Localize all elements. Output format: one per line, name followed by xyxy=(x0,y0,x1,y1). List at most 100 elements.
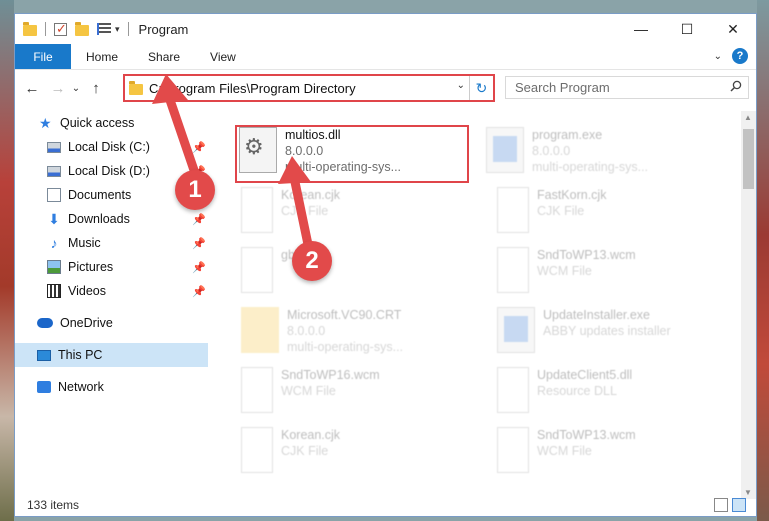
file-tile[interactable]: FastKorn.cjk CJK File xyxy=(497,187,743,245)
item-count: 133 items xyxy=(27,498,80,512)
file-name: SndToWP16.wcm xyxy=(281,368,380,382)
file-name: SndToWP13.wcm xyxy=(537,428,636,442)
search-placeholder: Search Program xyxy=(515,80,610,95)
refresh-icon[interactable]: ↻ xyxy=(469,76,493,100)
folder-icon xyxy=(241,307,279,353)
document-file-icon xyxy=(497,427,529,473)
large-icons-view-icon[interactable] xyxy=(732,498,746,512)
view-switcher xyxy=(714,498,746,512)
sidebar-item-label: Pictures xyxy=(68,260,114,274)
file-name: Korean.cjk xyxy=(281,188,341,202)
customize-toolbar-chevron-icon[interactable]: ▾ xyxy=(115,24,120,35)
file-description: ABBY updates installer xyxy=(543,324,671,338)
file-tile[interactable]: Korean.cjk CJK File xyxy=(241,427,491,485)
sidebar-item-label: Local Disk (C:) xyxy=(68,140,150,154)
sidebar-item-label: Documents xyxy=(68,188,132,202)
pin-icon[interactable]: 📌 xyxy=(192,285,206,298)
search-input[interactable]: Search Program xyxy=(505,76,749,99)
sidebar-item-this-pc[interactable]: This PC xyxy=(15,343,208,367)
sidebar-item-label: This PC xyxy=(58,348,103,362)
file-description: multi-operating-sys... xyxy=(287,340,404,354)
sidebar-item-label: Music xyxy=(68,236,101,250)
title-separator xyxy=(127,22,129,36)
downloads-icon: ⬇ xyxy=(48,211,60,227)
window-controls: — ☐ ✕ xyxy=(618,14,756,44)
file-tile[interactable]: UpdateClient5.dll Resource DLL xyxy=(497,367,743,425)
sidebar-item-network[interactable]: Network xyxy=(37,375,210,399)
file-version: 8.0.0.0 xyxy=(532,144,571,158)
file-tile[interactable]: program.exe 8.0.0.0 multi-operating-sys.… xyxy=(486,127,736,185)
file-name: UpdateInstaller.exe xyxy=(543,308,651,322)
file-name: SndToWP13.wcm xyxy=(537,248,636,262)
search-icon[interactable] xyxy=(730,80,742,92)
tab-home[interactable]: Home xyxy=(71,44,133,69)
new-folder-icon[interactable] xyxy=(75,21,89,36)
file-tile[interactable]: UpdateInstaller.exe ABBY updates install… xyxy=(497,307,743,365)
sidebar-item-label: Downloads xyxy=(68,212,130,226)
document-file-icon xyxy=(241,427,273,473)
file-name: UpdateClient5.dll xyxy=(537,368,633,382)
file-type: WCM File xyxy=(537,444,592,458)
sidebar-item-label: Local Disk (D:) xyxy=(68,164,150,178)
pin-icon[interactable]: 📌 xyxy=(192,237,206,250)
sidebar-item-videos[interactable]: Videos 📌 xyxy=(47,279,208,303)
pin-icon[interactable]: 📌 xyxy=(192,213,206,226)
file-version: 8.0.0.0 xyxy=(287,324,326,338)
address-bar[interactable]: C:\Program Files\Program Directory ⌄ ↻ xyxy=(123,74,495,102)
status-bar: 133 items xyxy=(15,494,756,516)
file-tile[interactable]: SndToWP13.wcm WCM File xyxy=(497,427,743,485)
sidebar-item-quick-access[interactable]: ★ Quick access xyxy=(39,111,210,135)
pin-icon[interactable]: 📌 xyxy=(192,261,206,274)
sidebar-item-local-disk-c[interactable]: Local Disk (C:) 📌 xyxy=(47,135,208,159)
desktop-background-left xyxy=(0,0,14,521)
tab-share[interactable]: Share xyxy=(133,44,195,69)
close-button[interactable]: ✕ xyxy=(710,14,756,44)
maximize-button[interactable]: ☐ xyxy=(664,14,710,44)
ribbon-tabs: File Home Share View ⌄ ? xyxy=(15,44,756,70)
ribbon-right-controls: ⌄ ? xyxy=(714,48,748,64)
expand-ribbon-chevron-icon[interactable]: ⌄ xyxy=(714,51,722,62)
file-tile[interactable]: SndToWP13.wcm WCM File xyxy=(497,247,743,305)
window-title: Program xyxy=(138,21,189,37)
pin-icon[interactable]: 📌 xyxy=(192,141,206,154)
file-highlight-box xyxy=(235,125,469,183)
sidebar-item-label: Quick access xyxy=(60,116,135,130)
sidebar-item-label: OneDrive xyxy=(60,316,113,330)
file-tile[interactable]: Microsoft.VC90.CRT 8.0.0.0 multi-operati… xyxy=(241,307,491,365)
exe-file-icon xyxy=(497,307,535,353)
back-button[interactable]: ← xyxy=(21,80,43,97)
properties-check-icon[interactable] xyxy=(54,21,67,37)
up-button[interactable]: ↑ xyxy=(85,80,107,97)
file-tile[interactable]: Korean.cjk CJK File xyxy=(241,187,491,245)
documents-icon xyxy=(47,188,61,202)
file-type: CJK File xyxy=(537,204,585,218)
exe-file-icon xyxy=(486,127,524,173)
minimize-button[interactable]: — xyxy=(618,14,664,44)
document-file-icon xyxy=(497,367,529,413)
vertical-scrollbar[interactable]: ▲ ▼ xyxy=(741,111,756,499)
document-file-icon xyxy=(497,247,529,293)
cloud-icon xyxy=(37,318,53,328)
document-file-icon xyxy=(241,187,273,233)
recent-locations-chevron-icon[interactable]: ⌄ xyxy=(69,83,83,94)
sidebar-item-downloads[interactable]: ⬇ Downloads 📌 xyxy=(47,207,208,231)
sidebar-item-onedrive[interactable]: OneDrive xyxy=(37,311,210,335)
help-icon[interactable]: ? xyxy=(732,48,748,64)
sidebar-item-label: Videos xyxy=(68,284,106,298)
scroll-up-arrow-icon[interactable]: ▲ xyxy=(744,113,752,122)
details-view-icon[interactable] xyxy=(714,498,728,512)
forward-button[interactable]: → xyxy=(47,80,69,97)
sidebar-item-music[interactable]: ♪ Music 📌 xyxy=(47,231,208,255)
tab-view[interactable]: View xyxy=(195,44,251,69)
scrollbar-thumb[interactable] xyxy=(743,129,754,189)
document-file-icon xyxy=(241,367,273,413)
tab-file[interactable]: File xyxy=(15,44,71,69)
file-explorer-window: ▾ Program — ☐ ✕ File Home Share View ⌄ ?… xyxy=(14,13,757,517)
file-tile[interactable]: SndToWP16.wcm WCM File xyxy=(241,367,491,425)
address-dropdown-chevron-icon[interactable]: ⌄ xyxy=(457,80,465,91)
rename-icon[interactable] xyxy=(97,23,111,35)
file-tile[interactable]: gbk.cjk xyxy=(241,247,491,305)
address-path[interactable]: C:\Program Files\Program Directory xyxy=(149,81,356,96)
sidebar-item-pictures[interactable]: Pictures 📌 xyxy=(47,255,208,279)
file-name: program.exe xyxy=(532,128,603,142)
